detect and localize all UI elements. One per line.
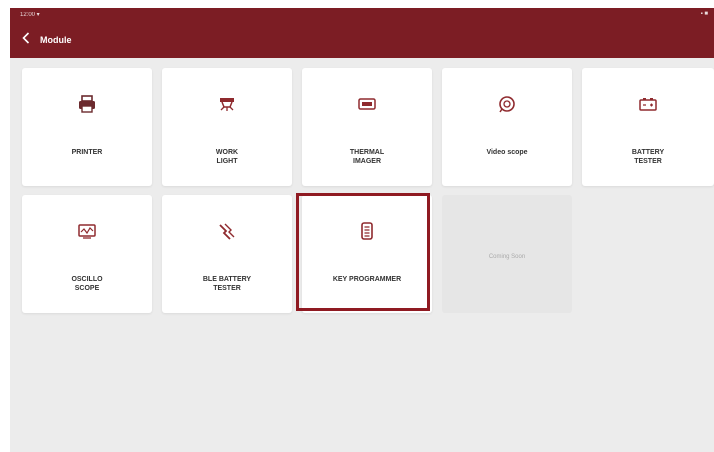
module-label: BATTERY TESTER bbox=[631, 149, 665, 165]
oscilloscope-icon bbox=[76, 220, 98, 242]
coming-soon-label: Coming Soon bbox=[488, 254, 526, 260]
module-label: OSCILLO SCOPE bbox=[71, 276, 103, 292]
highlight-box bbox=[296, 193, 430, 311]
module-label: THERMAL IMAGER bbox=[349, 149, 385, 165]
chevron-left-icon[interactable] bbox=[20, 31, 32, 45]
status-indicators: ▪ ■ bbox=[700, 11, 708, 17]
status-time: 12:00 ▾ bbox=[20, 12, 40, 18]
module-label: Video scope bbox=[486, 149, 528, 156]
module-label: BLE BATTERY TESTER bbox=[202, 276, 252, 292]
videoscope-icon bbox=[496, 93, 518, 115]
module-tile-work-light[interactable]: WORK LIGHT bbox=[162, 68, 292, 186]
app-header: 12:00 ▾ ▪ ■ Module bbox=[10, 8, 714, 58]
thermal-imager-icon bbox=[356, 93, 378, 115]
module-tile-ble-battery-tester[interactable]: BLE BATTERY TESTER bbox=[162, 195, 292, 313]
module-tile-oscilloscope[interactable]: OSCILLO SCOPE bbox=[22, 195, 152, 313]
module-tile-coming-soon: Coming Soon bbox=[442, 195, 572, 313]
work-light-icon bbox=[216, 93, 238, 115]
page-title: Module bbox=[40, 35, 72, 45]
ble-battery-icon bbox=[216, 220, 238, 242]
printer-icon bbox=[76, 93, 98, 115]
battery-icon bbox=[637, 93, 659, 115]
module-tile-printer[interactable]: PRINTER bbox=[22, 68, 152, 186]
module-label: PRINTER bbox=[71, 149, 103, 156]
module-label: WORK LIGHT bbox=[215, 149, 239, 165]
module-tile-video-scope[interactable]: Video scope bbox=[442, 68, 572, 186]
module-tile-battery-tester[interactable]: BATTERY TESTER bbox=[582, 68, 714, 186]
module-tile-thermal-imager[interactable]: THERMAL IMAGER bbox=[302, 68, 432, 186]
